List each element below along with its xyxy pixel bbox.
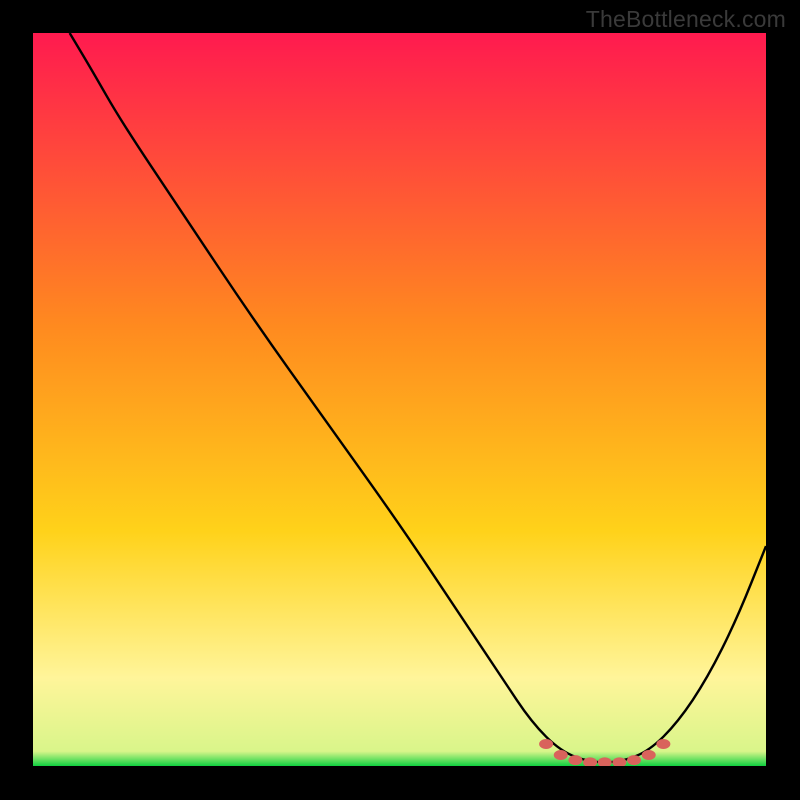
attribution-text: TheBottleneck.com: [586, 6, 786, 33]
marker-dot: [568, 755, 582, 765]
bottleneck-chart: [33, 33, 766, 766]
marker-dot: [642, 750, 656, 760]
marker-dot: [554, 750, 568, 760]
marker-dot: [627, 755, 641, 765]
marker-dot: [539, 739, 553, 749]
chart-svg: [33, 33, 766, 766]
heat-background: [33, 33, 766, 766]
marker-dot: [656, 739, 670, 749]
